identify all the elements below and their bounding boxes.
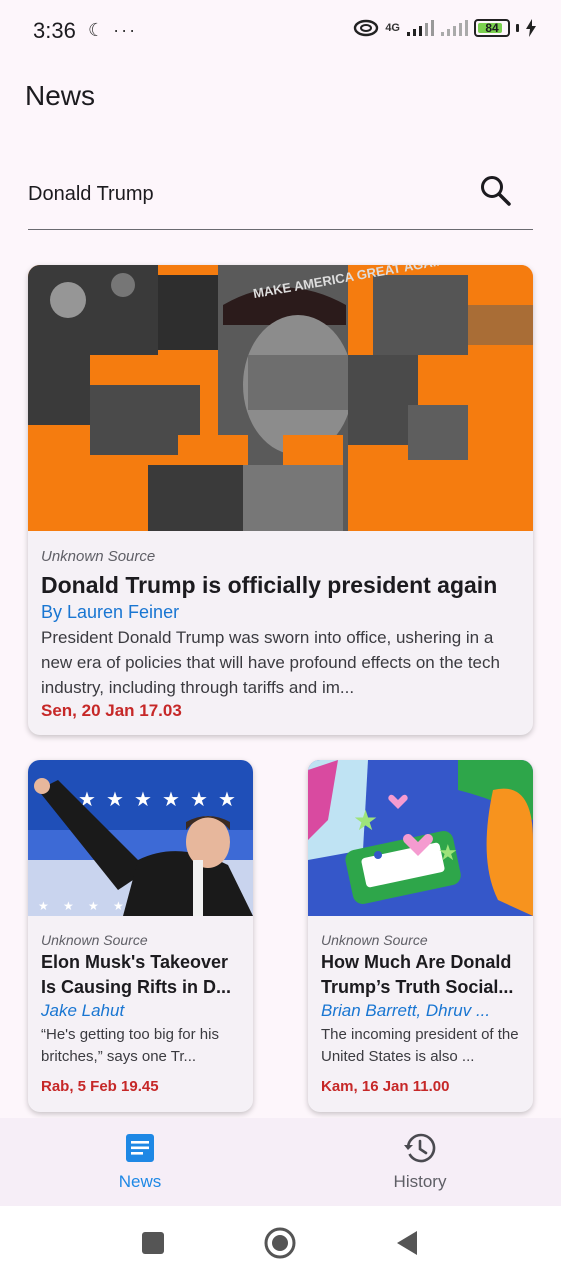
article-title: How Much Are Donald Trump’s Truth Social… — [321, 952, 514, 997]
svg-text:★: ★ — [218, 789, 236, 811]
article-description: President Donald Trump was sworn into of… — [41, 628, 500, 697]
status-right-icons: 4G 84 — [353, 18, 537, 38]
svg-text:★: ★ — [134, 789, 152, 811]
battery-percent: 84 — [485, 21, 499, 35]
svg-text:★: ★ — [190, 789, 208, 811]
news-icon — [126, 1134, 154, 1162]
article-card[interactable]: ★ ★ Unknown Source How Much Are Donald T… — [308, 760, 533, 1112]
article-title: Donald Trump is officially president aga… — [41, 572, 498, 598]
article-source: Unknown Source — [41, 932, 148, 948]
article-date: Rab, 5 Feb 19.45 — [41, 1078, 159, 1095]
svg-text:★: ★ — [162, 789, 180, 811]
svg-text:★: ★ — [63, 899, 74, 913]
svg-text:★: ★ — [106, 789, 124, 811]
recents-icon[interactable] — [136, 1226, 170, 1260]
nav-item-history[interactable]: History — [280, 1118, 560, 1206]
article-author: Jake Lahut — [41, 1001, 125, 1020]
trump-portrait-image: MAKE AMERICA GREAT AGAIN — [28, 265, 533, 531]
svg-text:★: ★ — [38, 899, 49, 913]
status-bar: 3:36 ☾ ··· 4G 84 — [0, 0, 561, 60]
svg-text:★: ★ — [438, 840, 458, 865]
article-date: Kam, 16 Jan 11.00 — [321, 1078, 450, 1095]
featured-article-body: Unknown Source Donald Trump is officiall… — [28, 531, 533, 721]
battery-cap — [516, 24, 519, 32]
svg-text:★: ★ — [113, 899, 124, 913]
svg-text:★: ★ — [88, 899, 99, 913]
search-input[interactable] — [28, 176, 468, 212]
article-date: Sen, 20 Jan 17.03 — [41, 701, 182, 720]
history-icon — [404, 1133, 436, 1163]
nav-label-news: News — [118, 1172, 162, 1191]
article-body: Unknown Source Elon Musk's Takeover Is C… — [28, 916, 253, 1095]
charging-bolt-icon — [526, 19, 536, 37]
bottom-navigation: News History — [0, 1118, 561, 1206]
search-icon[interactable] — [479, 174, 513, 208]
status-time: 3:36 — [33, 18, 76, 43]
featured-article-card[interactable]: MAKE AMERICA GREAT AGAIN Unknown Source … — [28, 265, 533, 735]
page-title: News — [25, 80, 96, 111]
system-navigation-bar — [0, 1206, 561, 1280]
article-body: Unknown Source How Much Are Donald Trump… — [308, 916, 533, 1095]
svg-text:★: ★ — [353, 805, 378, 836]
truth-social-illustration-image: ★ ★ — [308, 760, 533, 916]
article-image: ★ ★ — [308, 760, 533, 916]
battery-icon: 84 — [474, 19, 510, 37]
hotspot-link-icon — [354, 19, 379, 37]
nav-item-news[interactable]: News — [0, 1118, 280, 1206]
musk-photo-image: ★ ★ ★ ★ ★ ★ ★ ★ ★ ★ — [28, 760, 253, 916]
home-icon[interactable] — [263, 1226, 297, 1260]
article-source: Unknown Source — [321, 932, 428, 948]
status-notification-icons: ☾ ··· — [88, 20, 138, 40]
article-card[interactable]: ★ ★ ★ ★ ★ ★ ★ ★ ★ ★ Unknown Source Elon Mus… — [28, 760, 253, 1112]
article-source: Unknown Source — [41, 548, 156, 565]
signal-strength-icon — [407, 20, 434, 36]
back-icon[interactable] — [389, 1226, 423, 1260]
search-bar — [28, 168, 533, 230]
article-image: ★ ★ ★ ★ ★ ★ ★ ★ ★ ★ — [28, 760, 253, 916]
article-author: By Lauren Feiner — [41, 602, 180, 622]
article-description: “He's getting too big for his britches,”… — [41, 1026, 219, 1065]
article-author: Brian Barrett, Dhruv ... — [321, 1001, 491, 1020]
featured-article-image: MAKE AMERICA GREAT AGAIN — [28, 265, 533, 531]
article-title: Elon Musk's Takeover Is Causing Rifts in… — [41, 952, 232, 997]
article-description: The incoming president of the United Sta… — [321, 1026, 519, 1065]
signal-strength-secondary-icon — [441, 20, 468, 36]
network-type-label: 4G — [385, 22, 400, 34]
nav-label-history: History — [393, 1172, 447, 1191]
